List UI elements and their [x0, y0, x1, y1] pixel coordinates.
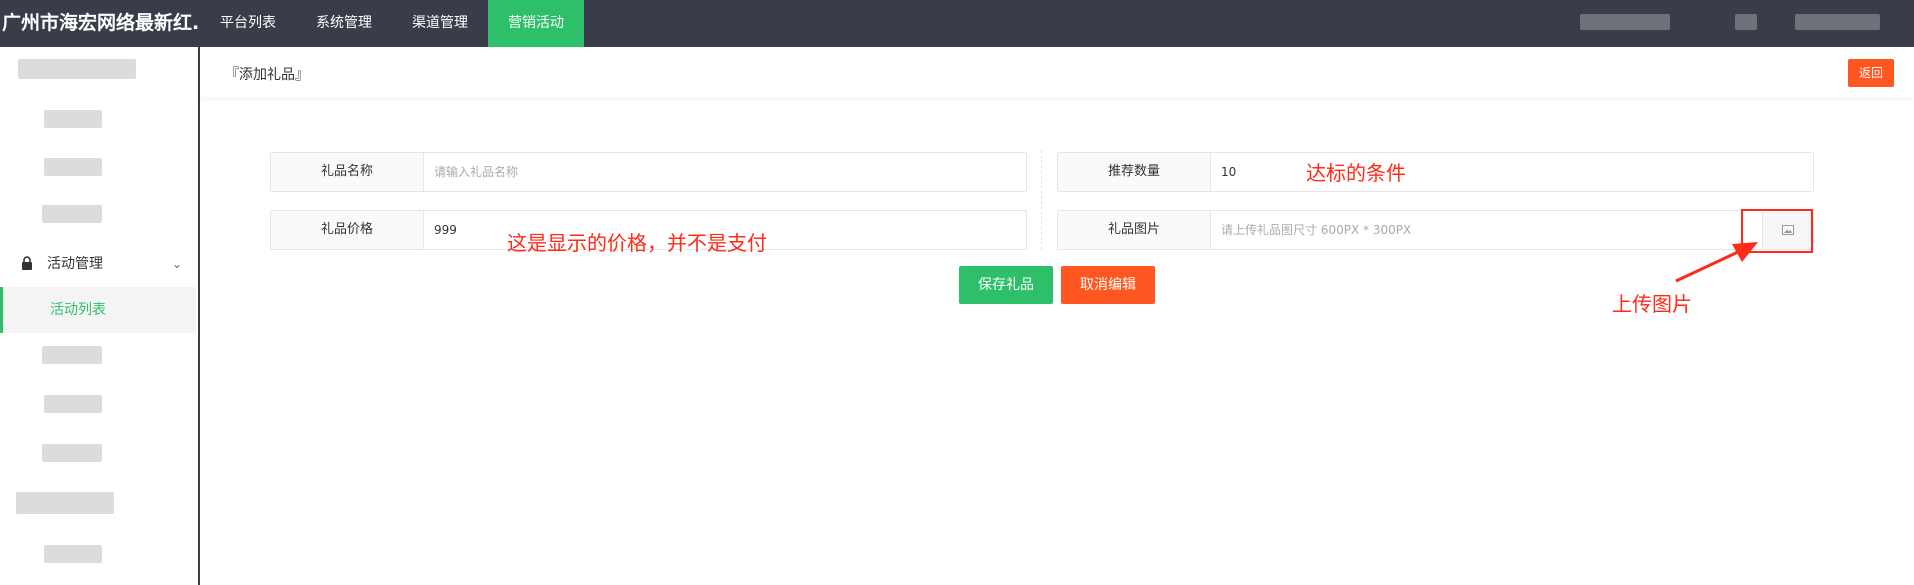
recommend-count-field: 推荐数量 — [1057, 152, 1814, 192]
back-button[interactable]: 返回 — [1848, 59, 1894, 87]
chevron-down-icon: ⌄ — [172, 257, 183, 271]
page-header: 『添加礼品』 返回 — [200, 47, 1914, 97]
redacted-menu-item[interactable] — [44, 158, 102, 176]
annotation-recommend-note: 达标的条件 — [1306, 161, 1406, 185]
gift-name-input[interactable] — [424, 153, 1026, 191]
redacted-menu-item[interactable] — [42, 205, 102, 223]
sidebar-item-label: 活动列表 — [50, 302, 106, 318]
redacted-menu-item[interactable] — [44, 110, 102, 128]
nav-channel-management[interactable]: 渠道管理 — [392, 0, 488, 47]
recommend-count-input[interactable] — [1211, 153, 1813, 191]
app-title: 广州市海宏网络最新红... — [2, 12, 200, 34]
sidebar-group-label: 活动管理 — [47, 256, 103, 272]
redacted-user-info — [1580, 14, 1670, 30]
page-title: 『添加礼品』 — [225, 67, 309, 83]
recommend-count-label: 推荐数量 — [1058, 153, 1211, 191]
cancel-edit-button[interactable]: 取消编辑 — [1061, 266, 1155, 304]
nav-platform-list[interactable]: 平台列表 — [200, 0, 296, 47]
nav-marketing-activity[interactable]: 营销活动 — [488, 0, 584, 47]
annotation-upload-note: 上传图片 — [1612, 292, 1692, 316]
sidebar-group-activity-management[interactable]: 活动管理 ⌄ — [0, 249, 198, 279]
sidebar-item-activity-list[interactable]: 活动列表 — [0, 287, 196, 333]
annotation-price-note: 这是显示的价格，并不是支付 — [507, 231, 767, 255]
annotation-arrow-icon — [1675, 242, 1758, 283]
redacted-menu-item[interactable] — [18, 59, 136, 79]
redacted-account — [1795, 14, 1880, 30]
redacted-menu-item[interactable] — [42, 444, 102, 462]
top-bar: 广州市海宏网络最新红... 平台列表 系统管理 渠道管理 营销活动 — [0, 0, 1914, 47]
gift-name-field: 礼品名称 — [270, 152, 1027, 192]
nav-system-management[interactable]: 系统管理 — [296, 0, 392, 47]
gift-name-label: 礼品名称 — [271, 153, 424, 191]
gift-image-label: 礼品图片 — [1058, 211, 1211, 249]
sidebar: 活动管理 ⌄ 活动列表 — [0, 47, 200, 585]
save-gift-button[interactable]: 保存礼品 — [959, 266, 1053, 304]
redacted-menu-item[interactable] — [44, 395, 102, 413]
redacted-menu-item[interactable] — [42, 346, 102, 364]
redacted-menu-item[interactable] — [16, 492, 114, 514]
column-divider — [1041, 150, 1042, 250]
gift-price-label: 礼品价格 — [271, 211, 424, 249]
lock-icon — [22, 256, 32, 270]
redacted-menu-item[interactable] — [44, 545, 102, 563]
redacted-icon — [1735, 14, 1757, 30]
